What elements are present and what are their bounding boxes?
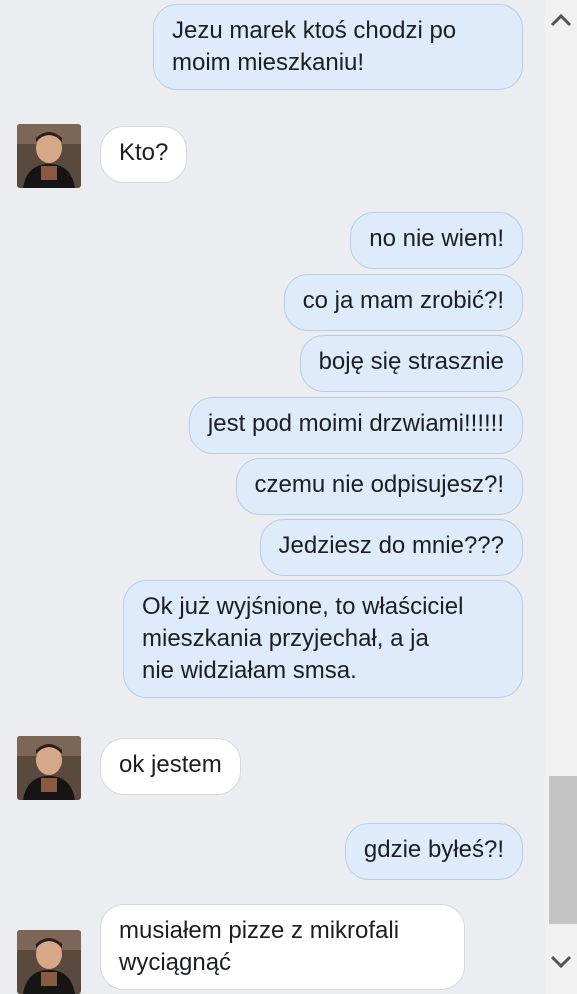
message-outgoing: Ok już wyjśnione, to właściciel mieszkan… (123, 580, 523, 698)
message-outgoing: no nie wiem! (350, 212, 523, 269)
contact-avatar[interactable] (17, 124, 81, 188)
message-incoming: ok jestem (100, 738, 241, 795)
message-outgoing: jest pod moimi drzwiami!!!!!! (188, 397, 523, 454)
contact-avatar[interactable] (17, 930, 81, 994)
message-outgoing: boję się strasznie (299, 335, 523, 392)
scrollbar-thumb[interactable] (549, 776, 577, 924)
chat-thread: Jezu marek ktoś chodzi po moim mieszkani… (0, 0, 545, 994)
message-outgoing: Jedziesz do mnie??? (259, 519, 523, 576)
chevron-up-icon (550, 13, 572, 27)
contact-avatar[interactable] (17, 736, 81, 800)
message-outgoing: Jezu marek ktoś chodzi po moim mieszkani… (153, 4, 523, 90)
chevron-down-icon (550, 955, 572, 969)
message-outgoing: gdzie byłeś?! (344, 823, 523, 880)
scroll-down-button[interactable] (545, 942, 577, 982)
message-outgoing: czemu nie odpisujesz?! (235, 458, 523, 515)
message-incoming: musiałem pizze z mikrofali wyciągnąć (100, 904, 465, 990)
message-outgoing: co ja mam zrobić?! (283, 274, 523, 331)
scroll-up-button[interactable] (545, 0, 577, 40)
scrollbar[interactable] (545, 0, 577, 994)
message-incoming: Kto? (100, 126, 188, 183)
